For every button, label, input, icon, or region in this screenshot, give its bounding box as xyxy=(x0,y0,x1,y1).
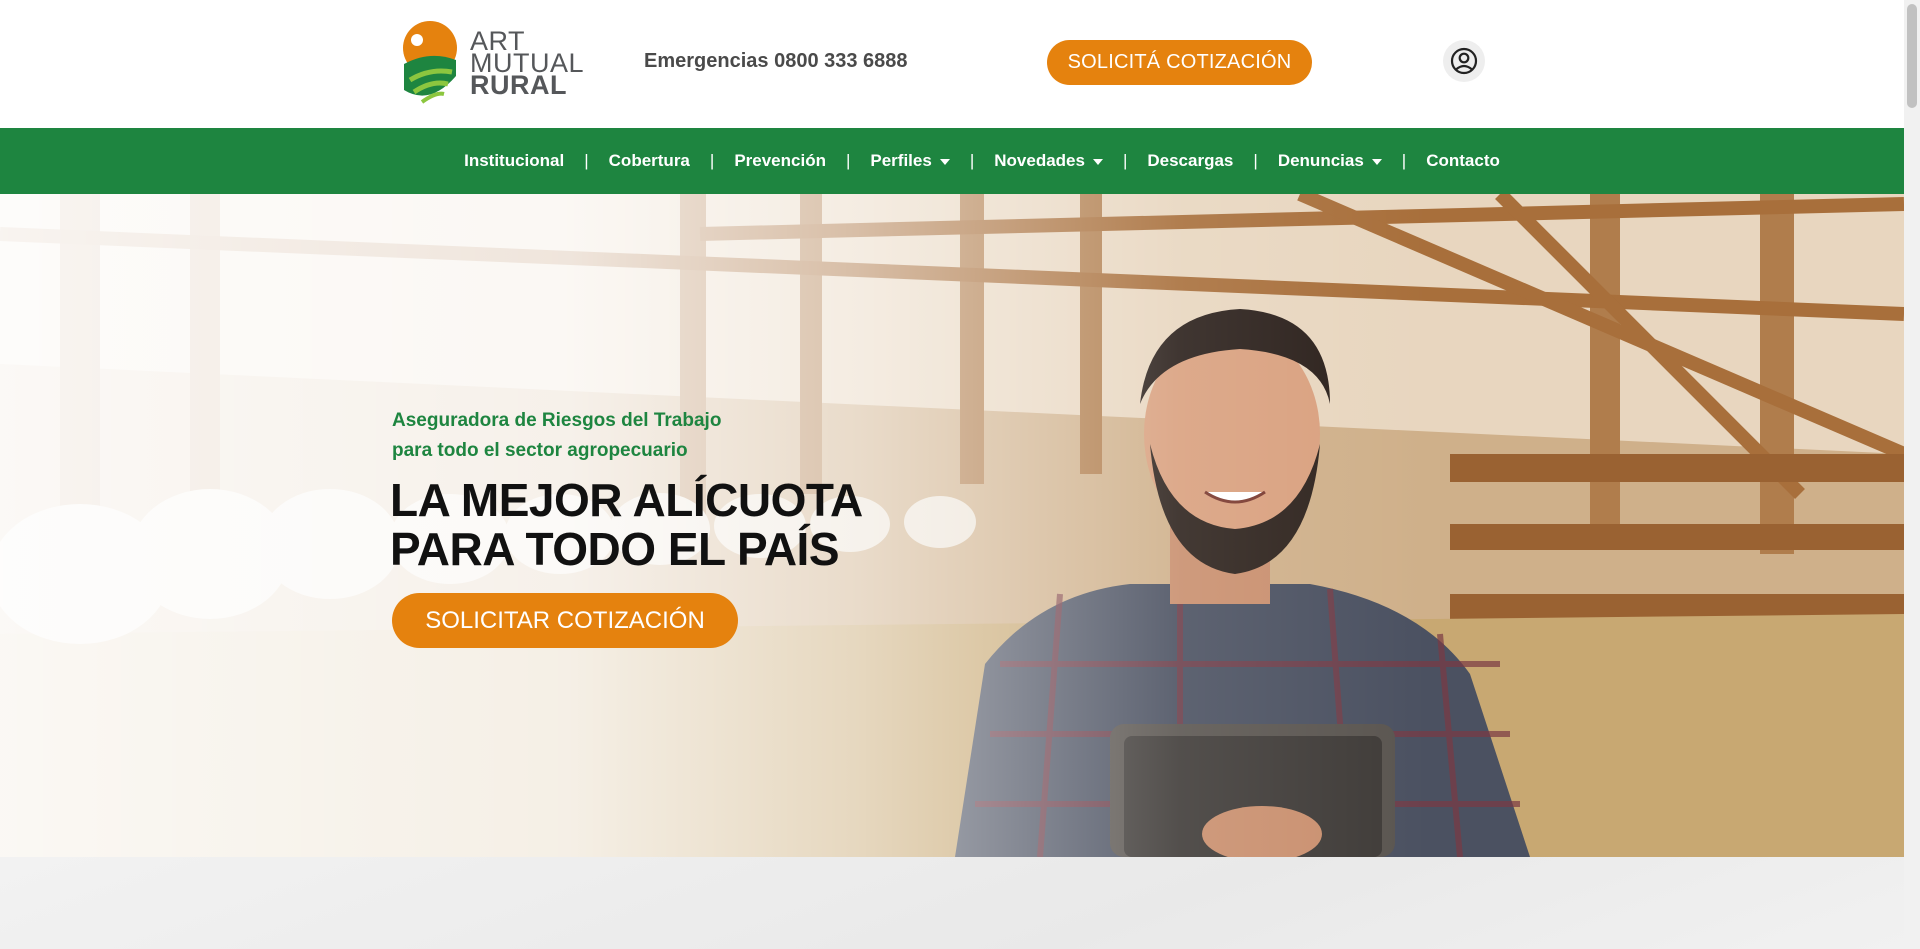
nav-item-perfiles[interactable]: Perfiles xyxy=(870,151,950,171)
nav-separator: | xyxy=(584,151,589,170)
nav-label: Novedades xyxy=(994,151,1085,170)
page-scrollbar[interactable] xyxy=(1904,0,1920,949)
caret-down-icon xyxy=(939,159,950,165)
nav-label: Cobertura xyxy=(608,151,690,170)
nav-separator: | xyxy=(1401,151,1407,170)
nav-separator: | xyxy=(969,151,975,170)
hero-title: LA MEJOR ALÍCUOTA PARA TODO EL PAÍS xyxy=(390,476,863,574)
logo-icon xyxy=(403,21,457,104)
nav-label: Prevención xyxy=(734,151,826,170)
nav-separator: | xyxy=(1122,151,1128,170)
hero-title-line1: LA MEJOR ALÍCUOTA xyxy=(390,474,863,526)
hero-subtitle: Aseguradora de Riesgos del Trabajo para … xyxy=(392,406,721,466)
nav-label: Denuncias xyxy=(1277,151,1364,170)
header-quote-button[interactable]: SOLICITÁ COTIZACIÓN xyxy=(1047,40,1312,85)
scrollbar-thumb[interactable] xyxy=(1907,4,1917,108)
site-header: ART MUTUAL RURAL Emergencias 0800 333 68… xyxy=(0,0,1904,128)
hero-fade-overlay xyxy=(0,194,1904,857)
user-circle-icon xyxy=(1450,47,1478,75)
hero-subtitle-line2: para todo el sector agropecuario xyxy=(392,440,688,461)
next-section-background xyxy=(0,857,1904,949)
hero-banner: Aseguradora de Riesgos del Trabajo para … xyxy=(0,194,1904,857)
site-logo[interactable]: ART MUTUAL RURAL xyxy=(402,20,584,106)
main-nav: Institucional | Cobertura | Prevención |… xyxy=(0,128,1904,194)
main-nav-items: Institucional | Cobertura | Prevención |… xyxy=(464,151,1500,171)
hero-quote-button[interactable]: SOLICITAR COTIZACIÓN xyxy=(392,593,738,648)
nav-item-institucional[interactable]: Institucional xyxy=(464,151,564,171)
nav-item-denuncias[interactable]: Denuncias xyxy=(1278,151,1382,171)
hero-title-line2: PARA TODO EL PAÍS xyxy=(390,523,840,575)
logo-line-rural: RURAL xyxy=(470,70,567,100)
nav-label: Contacto xyxy=(1426,151,1500,170)
nav-label: Perfiles xyxy=(870,151,932,170)
user-account-button[interactable] xyxy=(1443,40,1485,82)
logo-text: ART MUTUAL RURAL xyxy=(470,28,584,100)
nav-separator: | xyxy=(1253,151,1258,170)
nav-item-cobertura[interactable]: Cobertura xyxy=(609,151,690,171)
nav-item-contacto[interactable]: Contacto xyxy=(1426,151,1500,171)
caret-down-icon xyxy=(1371,159,1382,165)
nav-item-novedades[interactable]: Novedades xyxy=(994,151,1103,171)
nav-separator: | xyxy=(845,151,851,170)
nav-item-prevencion[interactable]: Prevención xyxy=(734,151,826,171)
caret-down-icon xyxy=(1092,159,1103,165)
nav-label: Descargas xyxy=(1147,151,1234,170)
emergency-phone[interactable]: Emergencias 0800 333 6888 xyxy=(644,50,908,73)
nav-label: Institucional xyxy=(464,151,565,170)
nav-item-descargas[interactable]: Descargas xyxy=(1147,151,1233,171)
hero-subtitle-line1: Aseguradora de Riesgos del Trabajo xyxy=(392,410,722,431)
nav-separator: | xyxy=(709,151,715,170)
